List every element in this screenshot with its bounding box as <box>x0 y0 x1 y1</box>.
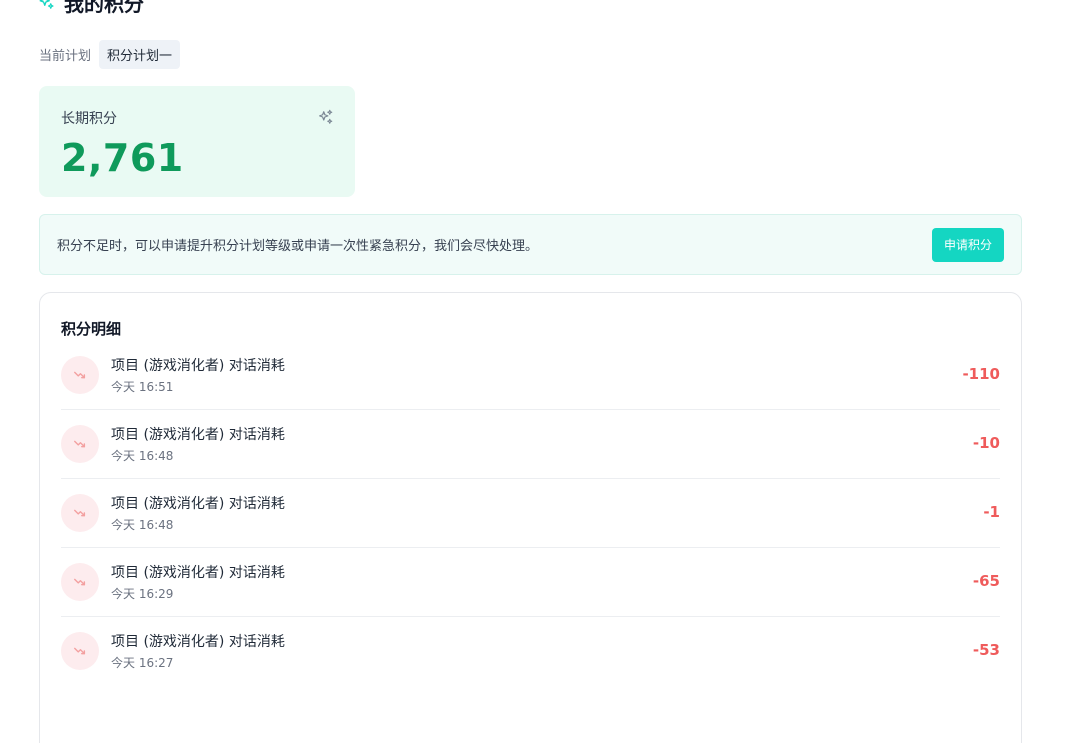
item-description: 项目 (游戏消化者) 对话消耗 <box>111 358 285 374</box>
page-title: 我的积分 <box>38 0 144 17</box>
item-description: 项目 (游戏消化者) 对话消耗 <box>111 496 285 512</box>
item-amount: -10 <box>972 434 1000 452</box>
item-amount: -110 <box>962 365 1000 383</box>
list-item: 项目 (游戏消化者) 对话消耗 今天 16:48 -1 <box>61 479 1000 548</box>
item-time: 今天 16:29 <box>111 587 174 601</box>
trend-down-icon <box>61 494 99 532</box>
item-description: 项目 (游戏消化者) 对话消耗 <box>111 634 285 650</box>
sparkles-icon <box>319 109 333 124</box>
item-time: 今天 16:27 <box>111 656 174 670</box>
points-value: 2,761 <box>61 136 184 180</box>
item-time: 今天 16:48 <box>111 518 174 532</box>
item-amount: -1 <box>983 503 1000 521</box>
notice-text: 积分不足时，可以申请提升积分计划等级或申请一次性紧急积分，我们会尽快处理。 <box>57 239 539 254</box>
item-time: 今天 16:48 <box>111 449 174 463</box>
points-detail-list: 项目 (游戏消化者) 对话消耗 今天 16:51 -110 项目 (游戏消化者)… <box>61 341 1000 686</box>
sparkles-icon <box>39 0 54 9</box>
trend-down-icon <box>61 425 99 463</box>
item-description: 项目 (游戏消化者) 对话消耗 <box>111 565 285 581</box>
apply-points-button[interactable]: 申请积分 <box>931 227 1004 262</box>
trend-down-icon <box>61 632 99 670</box>
item-amount: -53 <box>972 641 1000 659</box>
item-amount: -65 <box>972 572 1000 590</box>
current-plan: 当前计划 积分计划一 <box>39 40 181 69</box>
page-title-text: 我的积分 <box>64 0 144 16</box>
long-term-points-card: 长期积分 2,761 <box>39 86 355 197</box>
item-time: 今天 16:51 <box>111 380 174 394</box>
notice-banner: 积分不足时，可以申请提升积分计划等级或申请一次性紧急积分，我们会尽快处理。 申请… <box>39 214 1022 275</box>
list-item: 项目 (游戏消化者) 对话消耗 今天 16:51 -110 <box>61 341 1000 410</box>
list-item: 项目 (游戏消化者) 对话消耗 今天 16:48 -10 <box>61 410 1000 479</box>
points-detail-title: 积分明细 <box>61 320 122 338</box>
item-description: 项目 (游戏消化者) 对话消耗 <box>111 427 285 443</box>
current-plan-label: 当前计划 <box>39 49 92 64</box>
trend-down-icon <box>61 356 99 394</box>
list-item: 项目 (游戏消化者) 对话消耗 今天 16:29 -65 <box>61 548 1000 617</box>
list-item: 项目 (游戏消化者) 对话消耗 今天 16:27 -53 <box>61 617 1000 686</box>
points-detail-card: 积分明细 项目 (游戏消化者) 对话消耗 今天 16:51 -110 项目 (游… <box>39 292 1022 743</box>
trend-down-icon <box>61 563 99 601</box>
points-page: 我的积分 当前计划 积分计划一 长期积分 2,761 积分不足时，可以申请提升积… <box>0 0 1080 743</box>
current-plan-chip: 积分计划一 <box>99 40 181 69</box>
points-label: 长期积分 <box>61 111 117 127</box>
